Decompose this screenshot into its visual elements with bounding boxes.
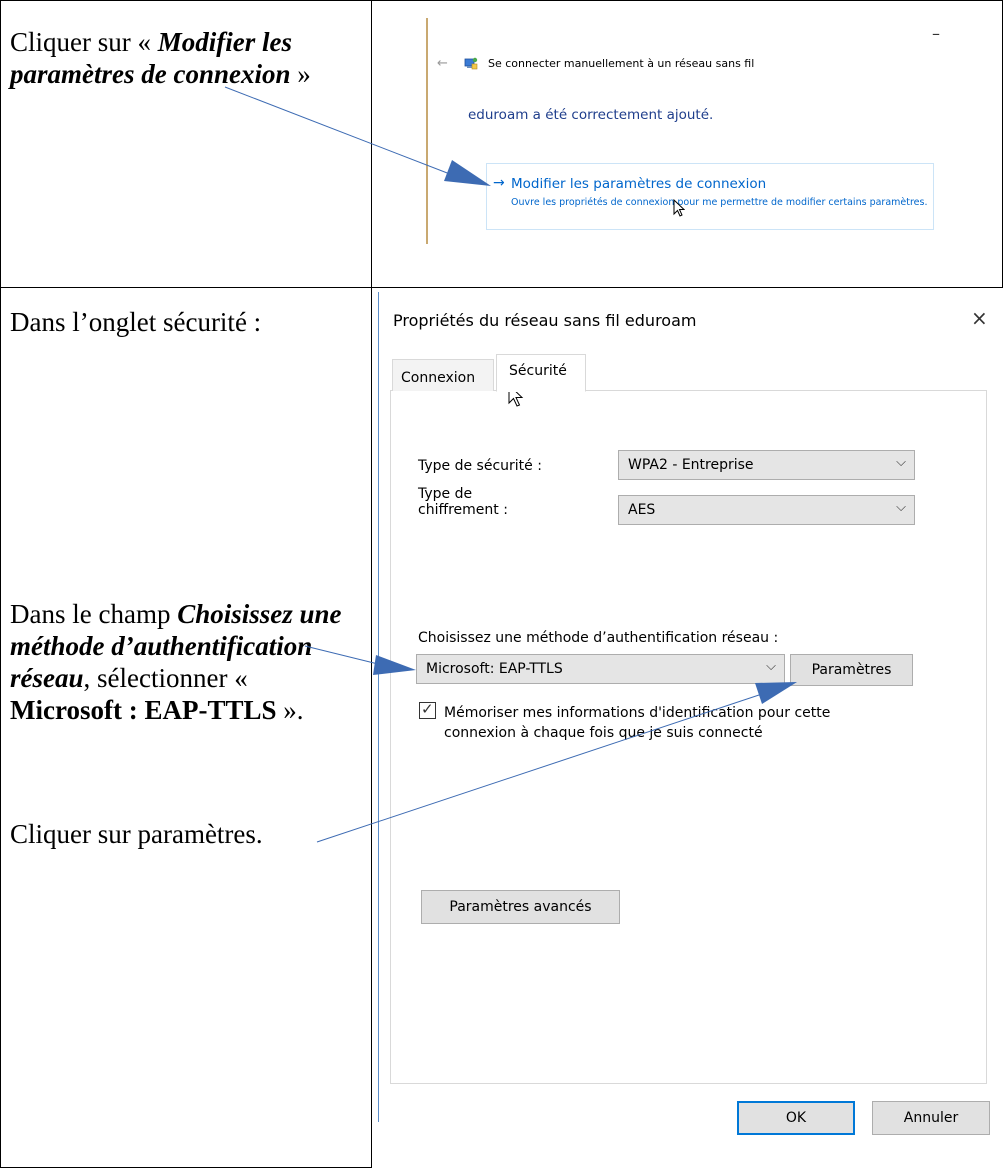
instruction-step-3: Dans le champ Choisissez une méthode d’a… xyxy=(10,598,360,726)
wizard-title: Se connecter manuellement à un réseau sa… xyxy=(488,57,755,70)
arrow-right-icon: → xyxy=(493,175,505,191)
encryption-type-select[interactable]: AES ⌵ xyxy=(618,495,915,525)
security-type-value: WPA2 - Entreprise xyxy=(628,457,754,473)
mouse-cursor-icon xyxy=(673,199,685,217)
security-type-select[interactable]: WPA2 - Entreprise ⌵ xyxy=(618,450,915,480)
security-type-label: Type de sécurité : xyxy=(418,458,542,474)
cancel-button[interactable]: Annuler xyxy=(872,1101,990,1135)
ok-button[interactable]: OK xyxy=(737,1101,855,1135)
close-icon[interactable]: × xyxy=(971,306,988,330)
step3-mid: , sélectionner « xyxy=(83,663,248,693)
table-column-divider xyxy=(371,0,372,1168)
chevron-down-icon: ⌵ xyxy=(896,500,906,515)
network-properties-dialog: Propriétés du réseau sans fil eduroam × … xyxy=(378,292,1003,1135)
step1-post: » xyxy=(290,59,311,89)
step3-pre: Dans le champ xyxy=(10,599,178,629)
tab-connexion[interactable]: Connexion xyxy=(392,359,494,391)
remember-credentials-checkbox[interactable]: ✓ xyxy=(419,700,436,719)
table-border-left xyxy=(0,0,1,1168)
back-arrow-icon[interactable]: ← xyxy=(437,56,448,71)
auth-method-select[interactable]: Microsoft: EAP-TTLS ⌵ xyxy=(416,654,785,684)
table-border-top xyxy=(0,0,1003,1)
instruction-step-2: Dans l’onglet sécurité : xyxy=(10,306,360,338)
network-added-message: eduroam a été correctement ajouté. xyxy=(468,107,714,123)
encryption-type-value: AES xyxy=(628,502,656,518)
minimize-icon[interactable]: – xyxy=(932,24,940,43)
settings-button[interactable]: Paramètres xyxy=(790,654,913,686)
network-icon xyxy=(464,57,478,70)
chevron-down-icon: ⌵ xyxy=(766,659,776,674)
encryption-type-label: Type de chiffrement : xyxy=(418,486,508,518)
chevron-down-icon: ⌵ xyxy=(896,455,906,470)
advanced-settings-button[interactable]: Paramètres avancés xyxy=(421,890,620,924)
wizard-left-edge xyxy=(426,18,428,244)
instruction-step-1: Cliquer sur « Modifier les paramètres de… xyxy=(10,26,360,90)
modify-connection-settings-link[interactable]: → Modifier les paramètres de connexion O… xyxy=(486,163,934,230)
link-title[interactable]: Modifier les paramètres de connexion xyxy=(511,176,766,192)
dialog-title: Propriétés du réseau sans fil eduroam xyxy=(393,311,697,330)
instruction-step-4: Cliquer sur paramètres. xyxy=(10,818,360,850)
checkmark-icon: ✓ xyxy=(421,700,434,718)
step3-bold: Microsoft : EAP-TTLS xyxy=(10,695,277,725)
link-description: Ouvre les propriétés de connexion pour m… xyxy=(511,197,928,208)
encryption-label-line1: Type de xyxy=(418,486,473,502)
auth-method-value: Microsoft: EAP-TTLS xyxy=(426,661,563,677)
remember-credentials-label: Mémoriser mes informations d'identificat… xyxy=(444,705,831,741)
wizard-screenshot: – ← Se connecter manuellement à un résea… xyxy=(420,18,980,250)
table-row-divider xyxy=(0,287,1003,288)
encryption-label-line2: chiffrement : xyxy=(418,502,508,518)
dialog-border xyxy=(378,292,379,1122)
step3-post: ». xyxy=(276,695,304,725)
step4-text: Cliquer sur paramètres. xyxy=(10,819,263,849)
step1-pre: Cliquer sur « xyxy=(10,27,158,57)
step2-text: Dans l’onglet sécurité : xyxy=(10,307,262,337)
tab-securite[interactable]: Sécurité xyxy=(496,354,586,392)
auth-method-label: Choisissez une méthode d’authentificatio… xyxy=(418,630,779,646)
